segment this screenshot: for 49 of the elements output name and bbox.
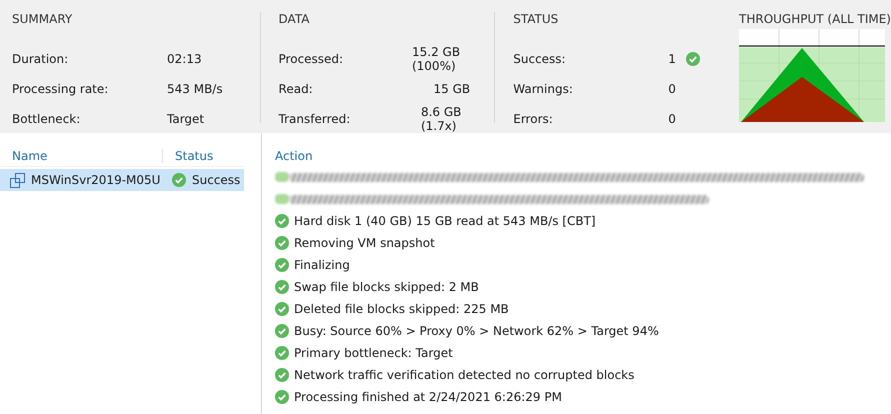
log-entry: Removing VM snapshot: [294, 236, 435, 250]
vm-name: MSWinSvr2019-M05U: [31, 173, 160, 187]
success-icon: [275, 258, 289, 272]
stat-label: Processed:: [278, 52, 344, 66]
log-entry: Swap file blocks skipped: 2 MB: [294, 280, 479, 294]
stat-value: Target: [167, 112, 204, 126]
stat-value: 0: [668, 82, 676, 96]
stat-label: Read:: [278, 82, 314, 96]
column-header[interactable]: Action: [275, 146, 313, 166]
stat-label: Success:: [513, 52, 567, 66]
chart-title: THROUGHPUT (ALL TIME): [739, 12, 891, 26]
column-header[interactable]: Name: [0, 149, 163, 163]
stat-value: 543 MB/s: [167, 82, 223, 96]
stat-label: Processing rate:: [12, 82, 110, 96]
stat-label: Bottleneck:: [12, 112, 82, 126]
stat-value: 15.2 GB (100%): [412, 45, 462, 73]
log-entry: Processing finished at 2/24/2021 6:26:29 PM: [294, 390, 562, 404]
vm-icon: [10, 172, 26, 188]
status-text: Success: [192, 173, 240, 187]
stat-label: Warnings:: [513, 82, 574, 96]
success-icon: [275, 302, 289, 316]
column-header[interactable]: Status: [163, 149, 214, 163]
log-entry: Finalizing: [294, 258, 350, 272]
stat-label: Errors:: [513, 112, 554, 126]
log-entry: Hard disk 1 (40 GB) 15 GB read at 543 MB/s [CBT]: [294, 214, 596, 228]
session-row[interactable]: MSWinSvr2019-M05U Success: [0, 169, 244, 191]
success-icon: [275, 346, 289, 360]
success-icon: [275, 214, 289, 228]
stat-value: 1: [668, 52, 676, 66]
success-icon: [275, 324, 289, 338]
log-entry: Network traffic verification detected no corrupted blocks: [294, 368, 634, 382]
log-entry: Busy: Source 60% > Proxy 0% > Network 62% > Target 94%: [294, 324, 659, 338]
log-entry: Primary bottleneck: Target: [294, 346, 453, 360]
section-title: SUMMARY: [12, 12, 72, 26]
section-title: DATA: [278, 12, 310, 26]
success-icon: [275, 368, 289, 382]
success-icon: [172, 173, 186, 187]
success-icon: [275, 280, 289, 294]
stat-value: 02:13: [167, 52, 202, 66]
success-icon: [686, 52, 700, 66]
stat-label: Duration:: [12, 52, 70, 66]
log-entry: Deleted file blocks skipped: 225 MB: [294, 302, 509, 316]
success-icon: [275, 390, 289, 404]
section-title: STATUS: [513, 12, 558, 26]
success-icon: [275, 236, 289, 250]
stat-value: 8.6 GB (1.7x): [420, 105, 462, 133]
stat-label: Transferred:: [278, 112, 352, 126]
stat-value: 0: [668, 112, 676, 126]
stat-value: 15 GB: [434, 82, 470, 96]
